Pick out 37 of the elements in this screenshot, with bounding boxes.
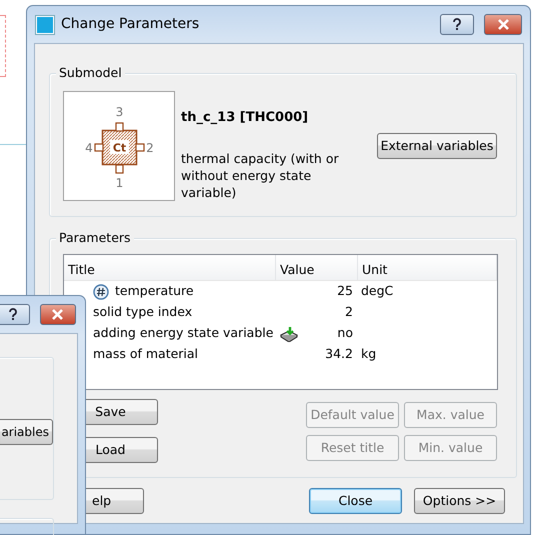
port-label: 1 — [116, 176, 124, 190]
close-button[interactable]: Close — [309, 488, 402, 514]
submodel-description: thermal capacity (with or without energy state variable) — [181, 150, 340, 201]
parameter-title: adding energy state variable — [93, 324, 274, 342]
parameter-unit: kg — [360, 345, 378, 364]
close-icon — [51, 309, 64, 320]
help-button[interactable] — [440, 14, 474, 35]
parameter-unit: degC — [360, 282, 394, 300]
column-header: Title — [64, 255, 276, 280]
printer-icon[interactable] — [280, 326, 298, 342]
parameter-value: no — [337, 324, 353, 342]
options-button[interactable]: Options >> — [414, 488, 505, 514]
parameter-value: 25 — [337, 282, 353, 300]
close-button[interactable] — [484, 14, 522, 35]
port-label: 4 — [85, 141, 93, 155]
help-button[interactable] — [0, 304, 30, 325]
submodel-name: th_c_13 [THC000] — [181, 109, 308, 127]
component-drawing — [94, 122, 145, 174]
variables-button[interactable]: ariables — [0, 419, 53, 445]
parameter-title: temperature — [115, 282, 194, 300]
external-variables-button[interactable]: External variables — [377, 133, 497, 159]
hash-icon — [93, 284, 109, 300]
column-header: Value — [276, 255, 358, 280]
help-icon — [8, 308, 18, 321]
parameter-value: 2 — [345, 303, 353, 322]
window-title: Change Parameters — [61, 15, 200, 34]
help-icon — [452, 18, 462, 31]
column-header: Unit — [358, 255, 497, 280]
app-icon — [35, 14, 55, 34]
symbol-label: Ct — [112, 142, 126, 154]
parameter-title: solid type index — [93, 303, 192, 322]
port-label: 3 — [116, 105, 124, 119]
parameter-value: 34.2 — [325, 345, 353, 364]
close-button[interactable] — [40, 304, 76, 325]
port-label: 2 — [146, 141, 154, 155]
parameter-title: mass of material — [93, 345, 198, 364]
close-icon — [496, 19, 510, 30]
